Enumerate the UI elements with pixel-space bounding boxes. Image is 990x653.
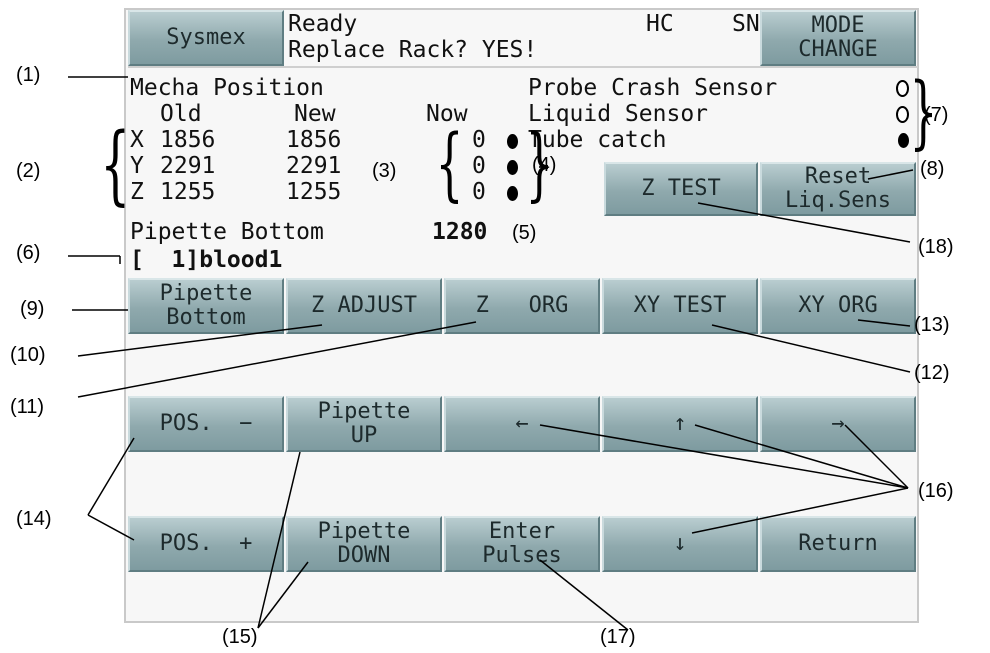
callout-13: (13) bbox=[914, 314, 950, 336]
callout-2: (2) bbox=[16, 160, 41, 182]
callout-9: (9) bbox=[20, 298, 45, 320]
callout-16: (16) bbox=[918, 480, 954, 502]
callout-15: (15) bbox=[222, 626, 258, 648]
callout-4: (4) bbox=[532, 154, 557, 176]
callout-18: (18) bbox=[918, 236, 954, 258]
callout-12: (12) bbox=[914, 362, 950, 384]
callout-3: (3) bbox=[372, 160, 397, 182]
callout-5: (5) bbox=[512, 222, 537, 244]
callout-10: (10) bbox=[10, 344, 46, 366]
callout-11: (11) bbox=[10, 396, 45, 418]
callout-1: (1) bbox=[16, 64, 41, 86]
callout-8: (8) bbox=[920, 158, 945, 180]
callout-17: (17) bbox=[600, 626, 636, 648]
callout-lines bbox=[68, 76, 914, 631]
callout-7: (7) bbox=[924, 104, 949, 126]
callout-6: (6) bbox=[16, 242, 41, 264]
callout-14: (14) bbox=[16, 508, 52, 530]
